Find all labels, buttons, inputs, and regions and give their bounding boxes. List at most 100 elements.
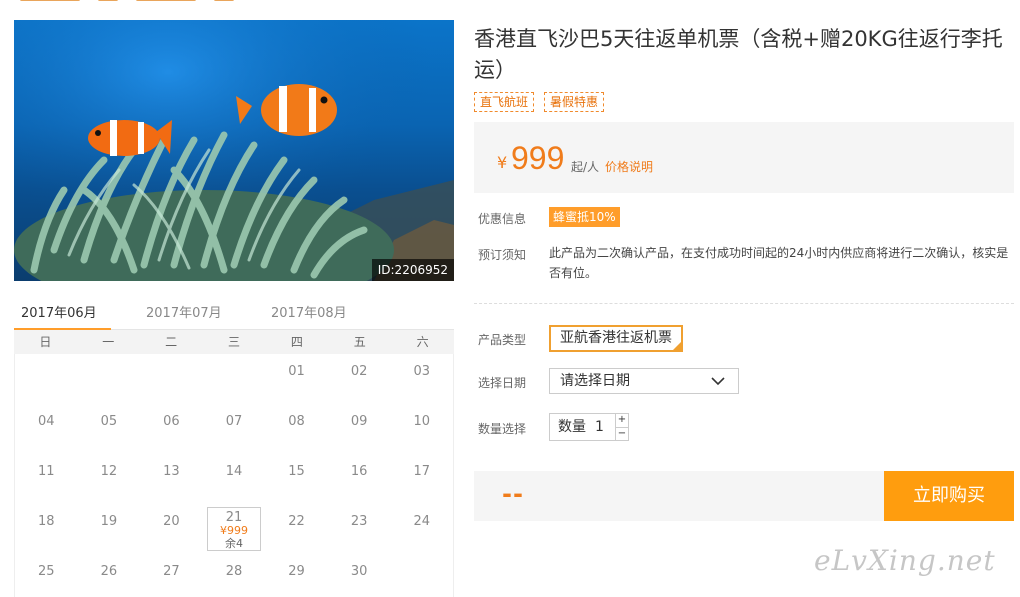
quantity-prefix: 数量 xyxy=(558,419,586,435)
calendar-day-number: 09 xyxy=(350,414,368,429)
calendar-weekday-header: 日一二三四五六 xyxy=(14,330,454,354)
calendar-day: 30 xyxy=(328,554,391,597)
calendar-day: 11 xyxy=(15,454,78,504)
calendar-day-number: 05 xyxy=(100,414,118,429)
month-tabs: 2017年06月 2017年07月 2017年08月 xyxy=(14,294,454,331)
calendar-day: 24 xyxy=(390,504,453,554)
calendar-day-number: 01 xyxy=(288,364,305,379)
calendar-day[interactable]: 21 ¥999 余4 xyxy=(206,507,262,551)
quantity-step-buttons: + − xyxy=(615,414,628,440)
calendar-day-number: 30 xyxy=(350,564,368,579)
product-type-label: 产品类型 xyxy=(478,333,527,347)
buy-bar: -- 立即购买 xyxy=(474,471,1014,521)
calendar-day-price: ¥999 xyxy=(219,524,248,537)
quantity-value[interactable]: 1 xyxy=(590,414,615,440)
calendar-day: 15 xyxy=(265,454,328,504)
calendar-day: 13 xyxy=(140,454,203,504)
calendar-day-number: 15 xyxy=(288,464,305,479)
quantity-decrease-button[interactable]: − xyxy=(616,426,628,441)
product-title: 香港直飞沙巴5天往返单机票（含税+赠20KG往返行李托运） xyxy=(474,27,1003,82)
tab-month-august[interactable]: 2017年08月 xyxy=(271,302,347,321)
clownfish-anemone-image xyxy=(14,20,454,281)
calendar-day: 16 xyxy=(328,454,391,504)
calendar-day: 26 xyxy=(78,554,141,597)
calendar-day-number: 02 xyxy=(350,364,368,379)
calendar-day: 19 xyxy=(78,504,141,554)
weekday-header: 一 xyxy=(102,335,115,349)
promo-label: 优惠信息 xyxy=(478,212,527,226)
calendar-empty-cell xyxy=(15,354,78,404)
date-label: 选择日期 xyxy=(478,376,527,390)
calendar-day-stock: 余4 xyxy=(224,537,243,550)
calendar-day-number: 27 xyxy=(163,564,180,579)
tag-summer-deal: 暑假特惠 xyxy=(544,92,605,112)
weekday-header: 六 xyxy=(416,335,429,349)
tag-direct-flight: 直飞航班 xyxy=(474,92,535,112)
selected-corner-icon xyxy=(673,342,681,350)
calendar-day-number: 17 xyxy=(413,464,430,479)
price-currency: ¥ xyxy=(497,153,508,172)
calendar-day-number: 29 xyxy=(288,564,305,579)
breadcrumb-segment[interactable] xyxy=(136,0,196,1)
quantity-increase-button[interactable]: + xyxy=(616,414,628,427)
calendar-day-number: 23 xyxy=(350,514,368,529)
calendar-day-number: 10 xyxy=(413,414,430,429)
calendar-day-number: 25 xyxy=(38,564,55,579)
price-explain-link[interactable]: 价格说明 xyxy=(605,158,653,175)
calendar-empty-cell xyxy=(203,354,266,404)
calendar-day-number: 03 xyxy=(413,364,430,379)
weekday-header: 三 xyxy=(227,335,240,349)
product-type-option[interactable]: 亚航香港往返机票 xyxy=(549,325,683,352)
image-id-badge: ID:2206952 xyxy=(371,259,454,281)
calendar-day-number: 12 xyxy=(100,464,118,479)
promo-badge: 蜂蜜抵10% xyxy=(549,207,620,227)
breadcrumb-segment[interactable] xyxy=(98,0,118,1)
total-price: -- xyxy=(502,480,524,508)
calendar-day: 27 xyxy=(140,554,203,597)
calendar-day-number: 07 xyxy=(225,414,243,429)
calendar-day: 05 xyxy=(78,404,141,454)
calendar-empty-cell xyxy=(78,354,141,404)
calendar-day-number: 16 xyxy=(350,464,368,479)
site-watermark: eLvXing.net xyxy=(814,544,996,577)
calendar-day: 17 xyxy=(390,454,453,504)
tab-month-july[interactable]: 2017年07月 xyxy=(146,302,222,321)
product-type-value: 亚航香港往返机票 xyxy=(560,330,672,346)
calendar-day-number: 28 xyxy=(225,564,243,579)
calendar-day: 23 xyxy=(328,504,391,554)
calendar-day: 08 xyxy=(265,404,328,454)
date-select[interactable]: 请选择日期 xyxy=(549,368,739,394)
calendar-day-number: 26 xyxy=(100,564,118,579)
breadcrumb-segment[interactable] xyxy=(20,0,80,1)
product-photo: ID:2206952 xyxy=(14,20,454,281)
calendar-day: 03 xyxy=(390,354,453,404)
tab-month-june[interactable]: 2017年06月 xyxy=(14,302,111,331)
weekday-header: 五 xyxy=(353,335,366,349)
calendar-day-number: 24 xyxy=(413,514,430,529)
calendar-day-number: 13 xyxy=(163,464,180,479)
section-divider xyxy=(474,303,1014,304)
calendar-day-number: 18 xyxy=(38,514,55,529)
weekday-header: 二 xyxy=(165,335,178,349)
breadcrumb[interactable] xyxy=(20,0,234,4)
calendar-empty-cell xyxy=(140,354,203,404)
calendar-day-number: 04 xyxy=(38,414,55,429)
calendar-day-number: 22 xyxy=(288,514,305,529)
buy-now-button[interactable]: 立即购买 xyxy=(884,471,1014,521)
calendar-day: 07 xyxy=(203,404,266,454)
calendar-day-number: 06 xyxy=(163,414,180,429)
calendar-day: 28 xyxy=(203,554,266,597)
calendar-day: 02 xyxy=(328,354,391,404)
product-tags: 直飞航班 暑假特惠 xyxy=(474,92,605,112)
price-unit: 起/人 xyxy=(571,160,600,174)
breadcrumb-segment[interactable] xyxy=(214,0,234,1)
calendar-day: 22 xyxy=(265,504,328,554)
calendar-day-number: 21 xyxy=(225,510,243,525)
calendar-day: 29 xyxy=(265,554,328,597)
weekday-header: 四 xyxy=(290,335,303,349)
calendar-day-number: 19 xyxy=(100,514,118,529)
calendar-day: 04 xyxy=(15,404,78,454)
calendar-day: 18 xyxy=(15,504,78,554)
calendar-day-number: 14 xyxy=(225,464,243,479)
calendar-day-number: 11 xyxy=(38,464,55,479)
